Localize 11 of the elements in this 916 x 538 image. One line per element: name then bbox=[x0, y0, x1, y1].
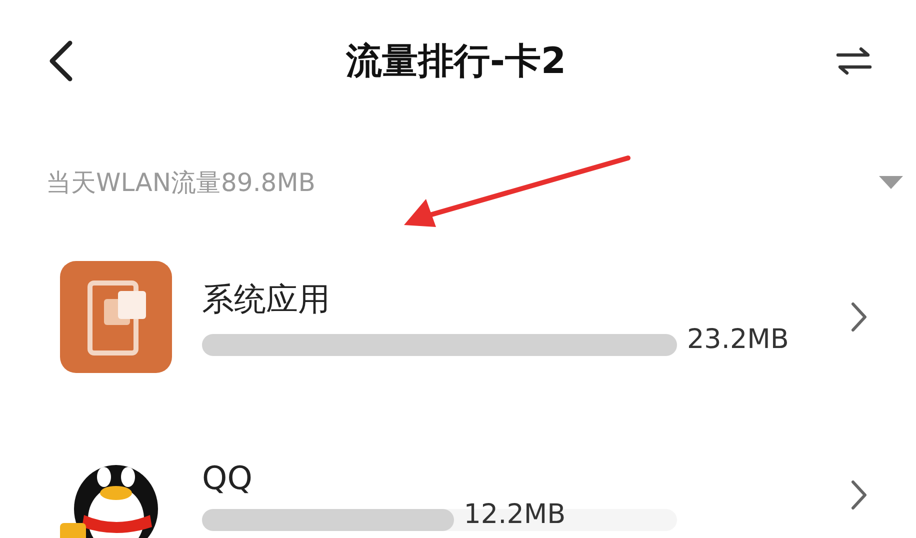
app-name: 系统应用 bbox=[202, 279, 331, 320]
usage-value: 23.2MB bbox=[687, 325, 789, 355]
page-title: 流量排行-卡2 bbox=[346, 40, 566, 84]
summary-text: 当天WLAN流量89.8MB bbox=[46, 167, 316, 199]
chevron-right-icon[interactable] bbox=[850, 479, 868, 511]
dropdown-icon[interactable] bbox=[878, 174, 904, 190]
swap-icon[interactable] bbox=[836, 46, 872, 76]
usage-value: 12.2MB bbox=[464, 500, 566, 530]
app-name: QQ bbox=[202, 459, 254, 497]
app-icon bbox=[60, 261, 172, 373]
chevron-right-icon[interactable] bbox=[850, 301, 868, 333]
